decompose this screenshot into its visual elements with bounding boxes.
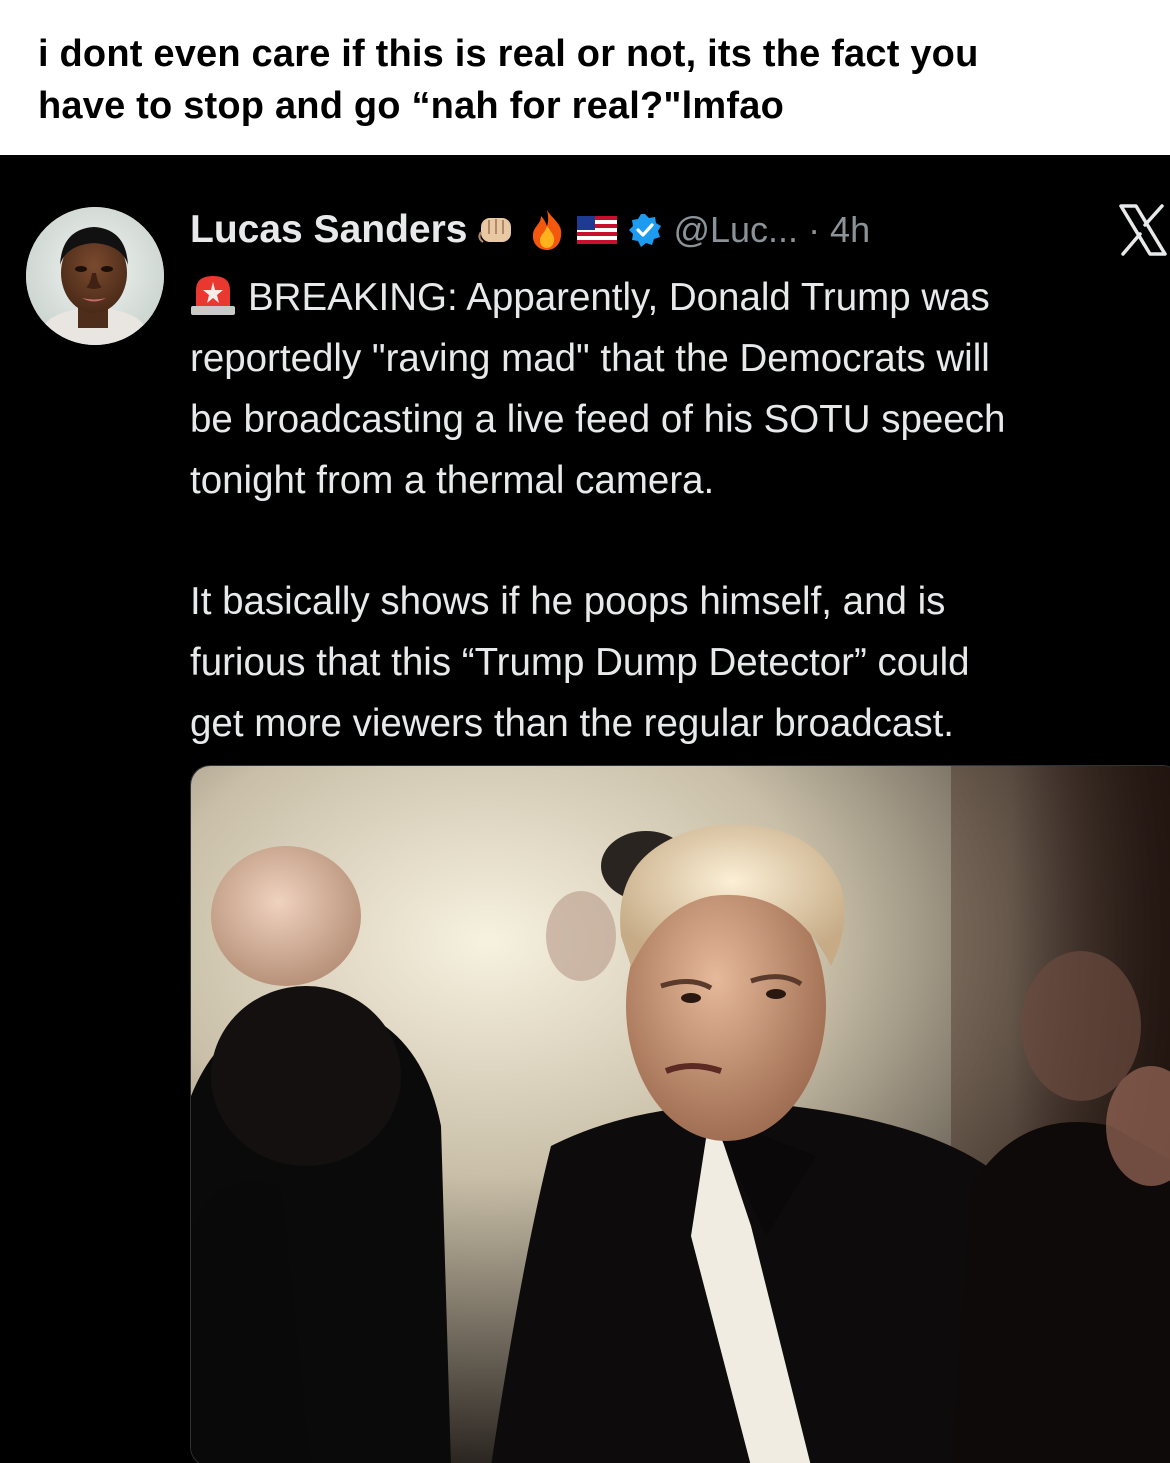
tweet-line: BREAKING: Apparently, Donald Trump was xyxy=(190,267,1165,328)
fire-emoji-icon xyxy=(527,208,567,252)
rotating-light-emoji-icon xyxy=(190,272,236,316)
fist-emoji-icon xyxy=(477,212,517,248)
handle-and-time[interactable]: @Luc... · 4h xyxy=(673,209,870,251)
tweet-card: Lucas Sanders @Luc... · 4h BREAKING: App… xyxy=(0,155,1170,1463)
avatar[interactable] xyxy=(26,207,164,345)
tweet-line: reportedly "raving mad" that the Democra… xyxy=(190,337,990,380)
caption-line-1: i dont even care if this is real or not,… xyxy=(38,33,979,75)
tweet-line: get more viewers than the regular broadc… xyxy=(190,702,954,745)
x-logo-icon[interactable] xyxy=(1118,203,1168,257)
tweet-line: furious that this “Trump Dump Detector” … xyxy=(190,641,970,684)
display-name[interactable]: Lucas Sanders xyxy=(190,208,467,252)
verified-icon[interactable] xyxy=(627,212,663,248)
tweet-line: It basically shows if he poops himself, … xyxy=(190,580,946,623)
us-flag-icon xyxy=(577,216,618,244)
caption-line-2: have to stop and go “nah for real?"lmfao xyxy=(38,85,784,127)
tweet-media-photo[interactable] xyxy=(190,765,1170,1463)
tweet-header: Lucas Sanders @Luc... · 4h xyxy=(190,205,870,255)
tweet-line: be broadcasting a live feed of his SOTU … xyxy=(190,398,1006,441)
meme-caption: i dont even care if this is real or not,… xyxy=(0,0,1170,155)
tweet-line-1-text: BREAKING: Apparently, Donald Trump was xyxy=(248,276,990,319)
tweet-text: BREAKING: Apparently, Donald Trump was r… xyxy=(190,267,1165,754)
tweet-line: tonight from a thermal camera. xyxy=(190,459,715,502)
